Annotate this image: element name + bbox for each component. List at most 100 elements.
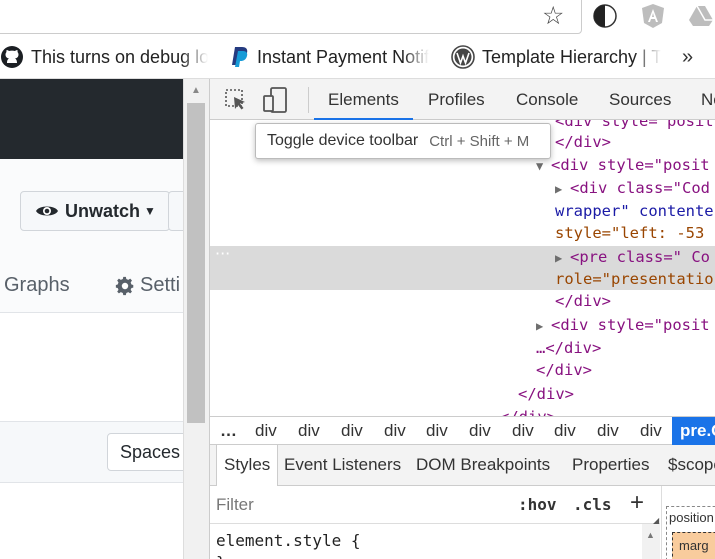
bookmark-debug-log[interactable]: This turns on debug lo [0,44,208,70]
dom-line-text: <div class="Cod [570,179,710,197]
breadcrumb-item[interactable]: div [426,417,448,445]
dom-line-text: </div> [518,385,574,403]
add-style-rule-button[interactable]: + [630,490,644,516]
github-header [0,79,183,159]
angular-extension-icon[interactable] [640,3,666,29]
caret-down-icon: ▼ [144,204,156,218]
styles-pane-tabs: Styles Event Listeners DOM Breakpoints P… [210,445,715,486]
github-page: Unwatch ▼ Graphs Setti Spaces [0,79,183,559]
tab-profiles[interactable]: Profiles [428,79,485,120]
page-content [0,313,183,423]
bookmarks-overflow-chevron-icon[interactable]: » [682,44,693,70]
dom-breadcrumbs: … div div div div div div div div div di… [210,416,715,445]
expand-triangle-icon[interactable]: ▶ [536,315,551,337]
dom-tree[interactable]: ··· <div style="posit </div> ▼ <div style… [210,120,715,416]
dom-line[interactable]: wrapper" contente [555,200,714,222]
styles-filter-bar: Filter :hov .cls + ◢ [210,486,660,525]
google-drive-extension-icon[interactable] [688,3,714,29]
dom-line[interactable]: role="presentatio [555,268,714,290]
dom-line-text: <div style="posit [555,120,714,130]
tooltip-text: Toggle device toolbar [267,132,419,149]
bookmark-instant-payment[interactable]: Instant Payment Notif [230,44,430,70]
unwatch-button[interactable]: Unwatch ▼ [20,191,170,231]
star-button[interactable] [168,191,183,231]
tab-event-listeners[interactable]: Event Listeners [284,445,401,485]
indent-mode-select[interactable]: Spaces [107,433,183,471]
tab-console[interactable]: Console [516,79,578,120]
breadcrumb-item[interactable]: div [512,417,534,445]
breadcrumb-item[interactable]: div [255,417,277,445]
dom-line-text: style="left: -53 [555,224,705,242]
dom-line-text: <div style="posit [551,156,710,174]
breadcrumb-selected[interactable]: pre.C [672,417,715,445]
dom-line[interactable]: </div> [555,290,611,312]
styles-scrollbar[interactable]: ▲ [642,524,660,559]
gear-icon [115,276,134,295]
unwatch-label: Unwatch [65,200,141,221]
tooltip-shortcut: Ctrl + Shift + M [429,132,530,150]
dom-line[interactable]: </div> [555,131,611,153]
wordpress-icon [451,45,475,69]
dom-line-text: …</div> [536,339,602,357]
dom-line-text: wrapper" contente [555,202,714,220]
dark-reader-extension-icon[interactable] [592,3,618,29]
devtools-toolbar: Elements Profiles Console Sources Ne [210,79,715,120]
bookmark-template-hierarchy[interactable]: Template Hierarchy | T [451,44,661,70]
expand-triangle-icon[interactable]: ▶ [555,247,570,269]
scroll-up-arrow-icon[interactable]: ▲ [191,85,201,96]
breadcrumb-item[interactable]: div [341,417,363,445]
dom-line[interactable]: ▶ <div class="Cod [555,177,710,199]
page-scrollbar-thumb[interactable] [187,103,205,423]
expand-triangle-icon[interactable]: ▶ [555,178,570,200]
dom-line-text: <div style="posit [551,316,710,334]
dom-line-text: </div> [555,292,611,310]
dom-line[interactable]: </div> [536,359,592,381]
dom-line[interactable]: ▶ <pre class=" Co [555,246,710,268]
browser-toolbar: ☆ [0,0,715,36]
tab-sources[interactable]: Sources [609,79,671,120]
breadcrumb-item[interactable]: div [469,417,491,445]
tab-settings[interactable]: Setti [115,274,180,297]
dom-line[interactable]: style="left: -53 [555,222,704,244]
tab-scope[interactable]: $scope [668,445,715,485]
toolbar-separator [308,87,309,113]
node-actions-ellipsis-icon[interactable]: ··· [215,246,230,262]
element-style-rule[interactable]: element.style { [216,531,361,550]
box-model-margin[interactable]: marg [672,532,715,559]
breadcrumb-item[interactable]: div [384,417,406,445]
dom-line-text: </div> [500,408,556,416]
tab-graphs[interactable]: Graphs [4,274,70,297]
breadcrumb-item[interactable]: div [597,417,619,445]
breadcrumb-item[interactable]: div [554,417,576,445]
scroll-up-arrow-icon[interactable]: ▲ [646,530,655,540]
tab-styles[interactable]: Styles [216,445,279,486]
dom-line-text: <pre class=" Co [570,248,710,266]
dom-line-text: </div> [536,361,592,379]
dom-line[interactable]: </div> [500,406,556,416]
box-model-pane: position marg [661,486,715,559]
dom-line[interactable]: …</div> [536,337,601,359]
dom-line[interactable]: ▼ <div style="posit [536,154,710,176]
dom-line-text: </div> [555,133,611,151]
dom-line[interactable]: </div> [518,383,574,405]
device-toolbar-icon[interactable] [263,87,289,113]
dom-line[interactable]: ▶ <div style="posit [536,314,710,336]
tab-elements[interactable]: Elements [314,79,413,120]
breadcrumb-ellipsis[interactable]: … [220,417,237,445]
breadcrumb-item[interactable]: div [298,417,320,445]
page-scrollbar[interactable]: ▲ [183,79,209,559]
bookmark-star-icon[interactable]: ☆ [542,1,564,31]
address-bar[interactable] [0,0,582,34]
paypal-icon [232,47,248,67]
tab-network[interactable]: Ne [701,79,715,120]
class-toggle-button[interactable]: .cls [573,495,612,514]
tab-dom-breakpoints[interactable]: DOM Breakpoints [416,445,550,485]
bookmarks-bar: This turns on debug lo Instant Payment N… [0,36,715,79]
breadcrumb-item[interactable]: div [640,417,662,445]
tab-properties[interactable]: Properties [572,445,649,485]
tab-settings-label: Setti [140,274,181,296]
inspect-element-icon[interactable] [224,88,248,112]
styles-filter-input[interactable]: Filter [216,495,254,515]
hover-state-button[interactable]: :hov [518,495,557,514]
github-icon [1,46,23,68]
